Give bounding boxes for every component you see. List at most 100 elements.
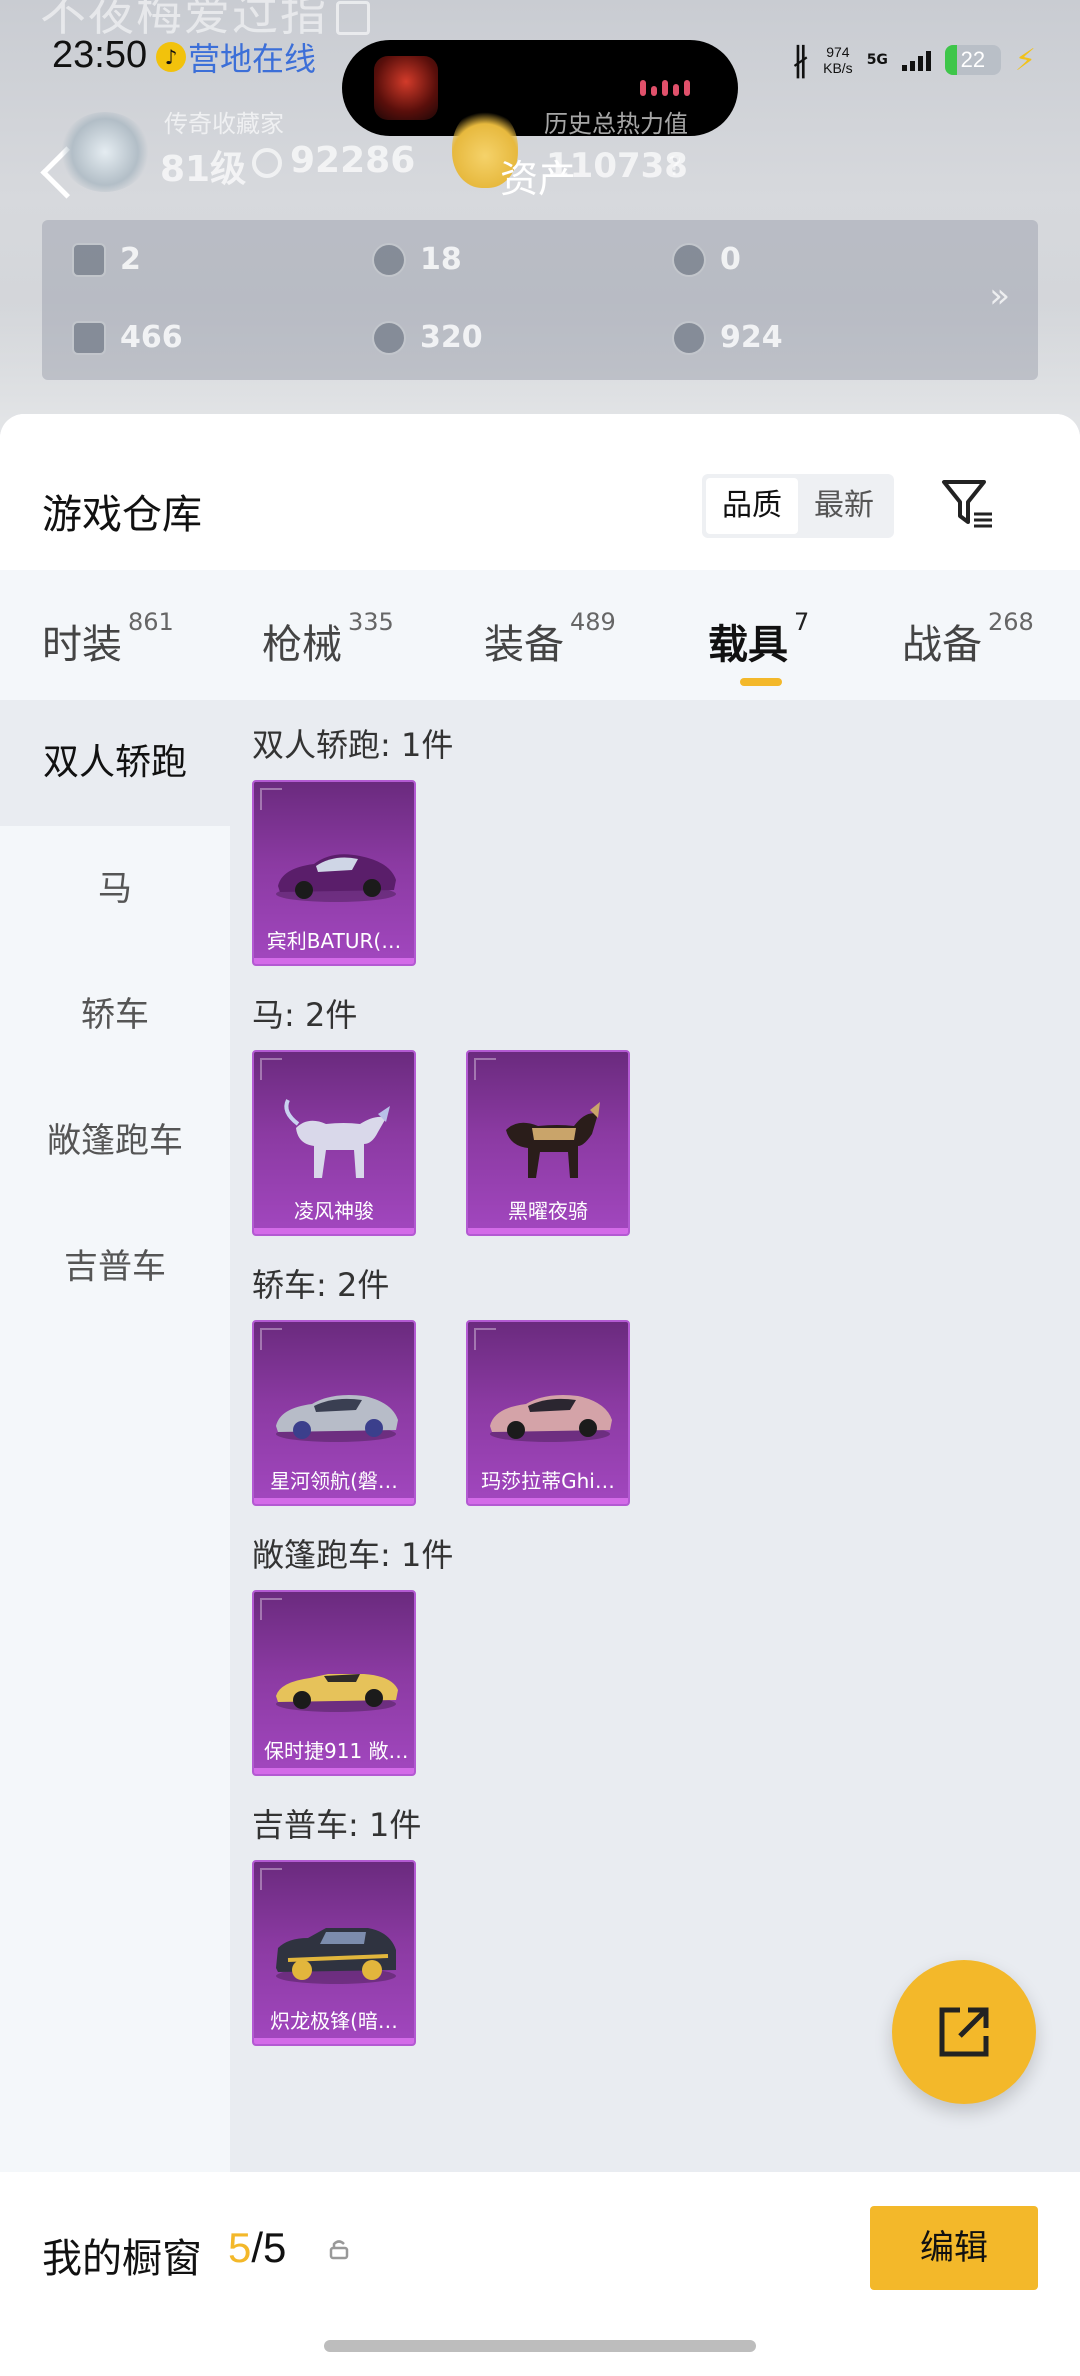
history-power-label: 历史总热力值 bbox=[544, 110, 688, 138]
card-corner bbox=[260, 1598, 282, 1620]
ticket-icon bbox=[72, 320, 106, 355]
card-rarity-bar bbox=[254, 1498, 414, 1504]
vehicle-card[interactable]: 星河领航(磐… bbox=[252, 1320, 416, 1506]
resource-item: 320 bbox=[372, 320, 483, 355]
sidebar-item-horse[interactable]: 马 bbox=[0, 826, 230, 952]
game-app-icon bbox=[374, 56, 438, 120]
resource-item: 18 bbox=[372, 242, 462, 277]
player-level: 81级 bbox=[160, 149, 247, 190]
camp-status[interactable]: 营地在线 bbox=[188, 34, 316, 80]
status-bar: 23:50 ♪ 营地在线 ∦ 974 KB/s 5G 22 ⚡ bbox=[0, 28, 1080, 136]
tab-vehicles[interactable]: 载具 7 bbox=[708, 608, 809, 670]
sort-newest-button[interactable]: 最新 bbox=[798, 478, 890, 534]
sidebar-item-jeep[interactable]: 吉普车 bbox=[0, 1204, 230, 1330]
shell-icon bbox=[672, 320, 706, 355]
charging-icon: ⚡ bbox=[1014, 42, 1036, 78]
help-icon[interactable]: ? bbox=[668, 152, 682, 182]
vehicle-name: 炽龙极锋(暗… bbox=[270, 2009, 398, 2033]
horse-image bbox=[284, 1099, 390, 1178]
card-rarity-bar bbox=[468, 1498, 628, 1504]
expand-resources-icon[interactable]: » bbox=[989, 276, 1010, 316]
card-icon bbox=[72, 242, 106, 277]
vehicle-card[interactable]: 宾利BATUR(… bbox=[252, 780, 416, 966]
jeep-car-image bbox=[276, 1928, 396, 1984]
app-root: 不夜梅爱过指 23:50 ♪ 营地在线 ∦ 974 KB/s 5G 22 ⚡ 传奇… bbox=[0, 0, 1080, 2376]
card-rarity-bar bbox=[254, 1768, 414, 1774]
vehicle-name: 黑曜夜骑 bbox=[508, 1199, 588, 1223]
sidebar-item-sedan[interactable]: 轿车 bbox=[0, 952, 230, 1078]
signal-label: 5G bbox=[866, 52, 888, 68]
section-title-coupe: 双人轿跑: 1件 bbox=[252, 726, 454, 764]
horse-image bbox=[506, 1102, 600, 1178]
sedan-car-image bbox=[276, 1395, 398, 1442]
edit-button[interactable]: 编辑 bbox=[870, 2206, 1038, 2290]
vehicle-card[interactable]: 黑曜夜骑 bbox=[466, 1050, 630, 1236]
vehicle-name: 玛莎拉蒂Ghi… bbox=[481, 1469, 615, 1493]
card-corner bbox=[260, 788, 282, 810]
resource-panel[interactable]: 2 18 0 466 320 924 » bbox=[42, 220, 1038, 380]
card-corner bbox=[474, 1058, 496, 1080]
vehicle-name: 保时捷911 敞… bbox=[264, 1739, 409, 1763]
tab-costume[interactable]: 时装 861 bbox=[42, 608, 174, 670]
card-rarity-bar bbox=[254, 2038, 414, 2044]
vehicle-card[interactable]: 炽龙极锋(暗… bbox=[252, 1860, 416, 2046]
score-icon bbox=[252, 148, 282, 178]
sedan-car-image bbox=[490, 1395, 612, 1442]
vehicle-card[interactable]: 玛莎拉蒂Ghi… bbox=[466, 1320, 630, 1506]
gem-icon bbox=[372, 320, 406, 355]
home-indicator[interactable] bbox=[324, 2340, 756, 2352]
sidebar-item-coupe[interactable]: 双人轿跑 bbox=[0, 700, 230, 826]
bluetooth-icon: ∦ bbox=[792, 40, 810, 80]
tab-equipment[interactable]: 装备 489 bbox=[484, 608, 616, 670]
section-title-sedan: 轿车: 2件 bbox=[252, 1266, 390, 1304]
player-score: 92286 bbox=[290, 140, 416, 181]
battery-icon: 22 bbox=[944, 45, 1001, 75]
page-title: 资产 bbox=[500, 157, 577, 201]
card-rarity-bar bbox=[254, 958, 414, 964]
system-indicators: ∦ 974 KB/s 5G 22 ⚡ bbox=[792, 38, 1036, 82]
medal-icon bbox=[672, 242, 706, 277]
collector-badge-icon bbox=[60, 112, 150, 192]
card-rarity-bar bbox=[468, 1228, 628, 1234]
camp-icon: ♪ bbox=[156, 42, 186, 72]
resource-item: 0 bbox=[672, 242, 741, 277]
filter-button[interactable] bbox=[940, 476, 996, 532]
asset-header-backdrop: 不夜梅爱过指 23:50 ♪ 营地在线 ∦ 974 KB/s 5G 22 ⚡ 传奇… bbox=[0, 0, 1080, 440]
warehouse-title: 游戏仓库 bbox=[42, 492, 202, 538]
section-title-horse: 马: 2件 bbox=[252, 996, 358, 1034]
sidebar-item-convertible[interactable]: 敞篷跑车 bbox=[0, 1078, 230, 1204]
filter-icon bbox=[942, 480, 992, 528]
card-corner bbox=[474, 1328, 496, 1350]
card-corner bbox=[260, 1868, 282, 1890]
sheet-header: 游戏仓库 品质 最新 bbox=[0, 414, 1080, 570]
section-title-jeep: 吉普车: 1件 bbox=[252, 1806, 422, 1844]
vehicle-type-sidebar: 双人轿跑 马 轿车 敞篷跑车 吉普车 bbox=[0, 700, 230, 2200]
lock-icon bbox=[329, 2240, 349, 2260]
showcase-count: 5/5 bbox=[228, 2224, 287, 2271]
card-corner bbox=[260, 1058, 282, 1080]
sort-toggle: 品质 最新 bbox=[702, 474, 894, 538]
share-button[interactable] bbox=[892, 1960, 1036, 2104]
signal-bars-icon bbox=[901, 49, 931, 71]
clock: 23:50 bbox=[52, 34, 148, 76]
vehicle-name: 星河领航(磐… bbox=[270, 1469, 398, 1493]
vehicle-card[interactable]: 凌风神骏 bbox=[252, 1050, 416, 1236]
convertible-car-image bbox=[276, 1674, 398, 1712]
coupe-car-image bbox=[276, 854, 396, 902]
vehicle-card[interactable]: 保时捷911 敞… bbox=[252, 1590, 416, 1776]
coin-icon bbox=[372, 242, 406, 277]
vehicle-name: 宾利BATUR(… bbox=[266, 929, 402, 953]
active-tab-indicator bbox=[740, 678, 782, 686]
tab-weapons[interactable]: 枪械 335 bbox=[262, 608, 394, 670]
resource-item: 2 bbox=[72, 242, 141, 277]
tab-supplies[interactable]: 战备 268 bbox=[902, 608, 1034, 670]
resource-item: 466 bbox=[72, 320, 183, 355]
audio-wave-icon bbox=[640, 80, 700, 96]
network-speed: 974 KB/s bbox=[823, 44, 853, 76]
sort-quality-button[interactable]: 品质 bbox=[706, 478, 798, 534]
card-corner bbox=[260, 1328, 282, 1350]
showcase-title: 我的橱窗 bbox=[42, 2236, 202, 2282]
section-title-convertible: 敞篷跑车: 1件 bbox=[252, 1536, 454, 1574]
vehicle-name: 凌风神骏 bbox=[294, 1199, 374, 1223]
category-tabs: 时装 861 枪械 335 装备 489 载具 7 战备 268 bbox=[0, 570, 1080, 700]
